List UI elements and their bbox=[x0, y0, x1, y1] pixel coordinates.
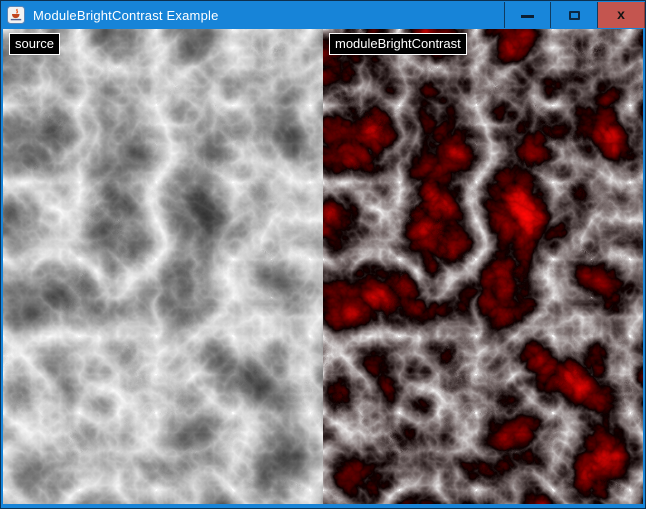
java-coffee-cup-icon[interactable] bbox=[7, 6, 25, 24]
minimize-button[interactable] bbox=[504, 2, 551, 28]
close-icon: x bbox=[617, 7, 625, 21]
minimize-icon bbox=[521, 15, 534, 18]
maximize-button[interactable] bbox=[551, 2, 598, 28]
source-noise-image bbox=[3, 29, 323, 504]
window-controls: x bbox=[504, 2, 645, 28]
module-processed-image bbox=[323, 29, 643, 504]
image-content-area: source moduleBrightContrast bbox=[3, 29, 643, 504]
source-image-label: source bbox=[9, 33, 60, 55]
titlebar[interactable]: ModuleBrightContrast Example x bbox=[1, 1, 645, 29]
window-title: ModuleBrightContrast Example bbox=[33, 8, 219, 23]
module-image-label: moduleBrightContrast bbox=[329, 33, 467, 55]
module-image-panel: moduleBrightContrast bbox=[323, 29, 643, 504]
close-button[interactable]: x bbox=[598, 2, 645, 28]
source-image-panel: source bbox=[3, 29, 323, 504]
app-window: ModuleBrightContrast Example x bbox=[0, 0, 646, 509]
maximize-icon bbox=[569, 11, 580, 20]
